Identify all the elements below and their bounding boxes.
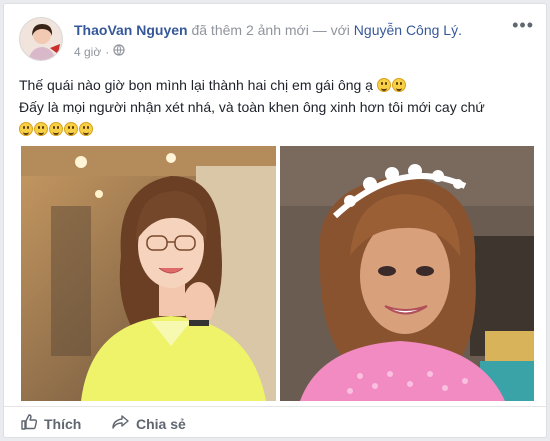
post-card: ThaoVan Nguyen đã thêm 2 ảnh mới — với N…: [3, 3, 547, 438]
post-text-line-1: Thế quái nào giờ bọn mình lại thành hai …: [19, 74, 485, 96]
smile-emoji-icon: [19, 122, 33, 136]
laughing-emoji-icon: [376, 78, 391, 92]
author-avatar[interactable]: [19, 17, 63, 61]
post-time[interactable]: 4 giờ: [74, 45, 101, 59]
photo-man-tiara-pink[interactable]: [280, 146, 534, 401]
post-actions-bar: Thích Chia sẻ: [4, 406, 546, 439]
smile-emoji-icon: [64, 122, 78, 136]
smile-emoji-icon: [34, 122, 48, 136]
share-button[interactable]: Chia sẻ: [112, 413, 186, 434]
globe-icon[interactable]: [113, 44, 125, 59]
post-text: Thế quái nào giờ bọn mình lại thành hai …: [19, 74, 485, 140]
author-name[interactable]: ThaoVan Nguyen: [74, 22, 188, 38]
share-label: Chia sẻ: [136, 415, 186, 432]
smile-emoji-icon: [79, 122, 93, 136]
photo-woman-yellow[interactable]: [21, 146, 276, 401]
like-button[interactable]: Thích: [20, 413, 81, 434]
laughing-emoji-icon: [391, 78, 406, 92]
tagged-friend[interactable]: Nguyễn Công Lý.: [354, 22, 462, 38]
post-meta: 4 giờ ·: [74, 44, 125, 59]
share-arrow-icon: [112, 413, 130, 434]
post-action-text: đã thêm 2 ảnh mới — với: [191, 22, 350, 38]
post-text-line-2: Đấy là mọi người nhận xét nhá, và toàn k…: [19, 99, 485, 115]
thumbs-up-icon: [20, 413, 38, 434]
post-header: ThaoVan Nguyen đã thêm 2 ảnh mới — với N…: [74, 22, 462, 38]
like-label: Thích: [44, 415, 82, 432]
smile-emoji-icon: [49, 122, 63, 136]
post-text-line-3: [19, 118, 485, 140]
more-options-icon[interactable]: •••: [512, 16, 534, 34]
